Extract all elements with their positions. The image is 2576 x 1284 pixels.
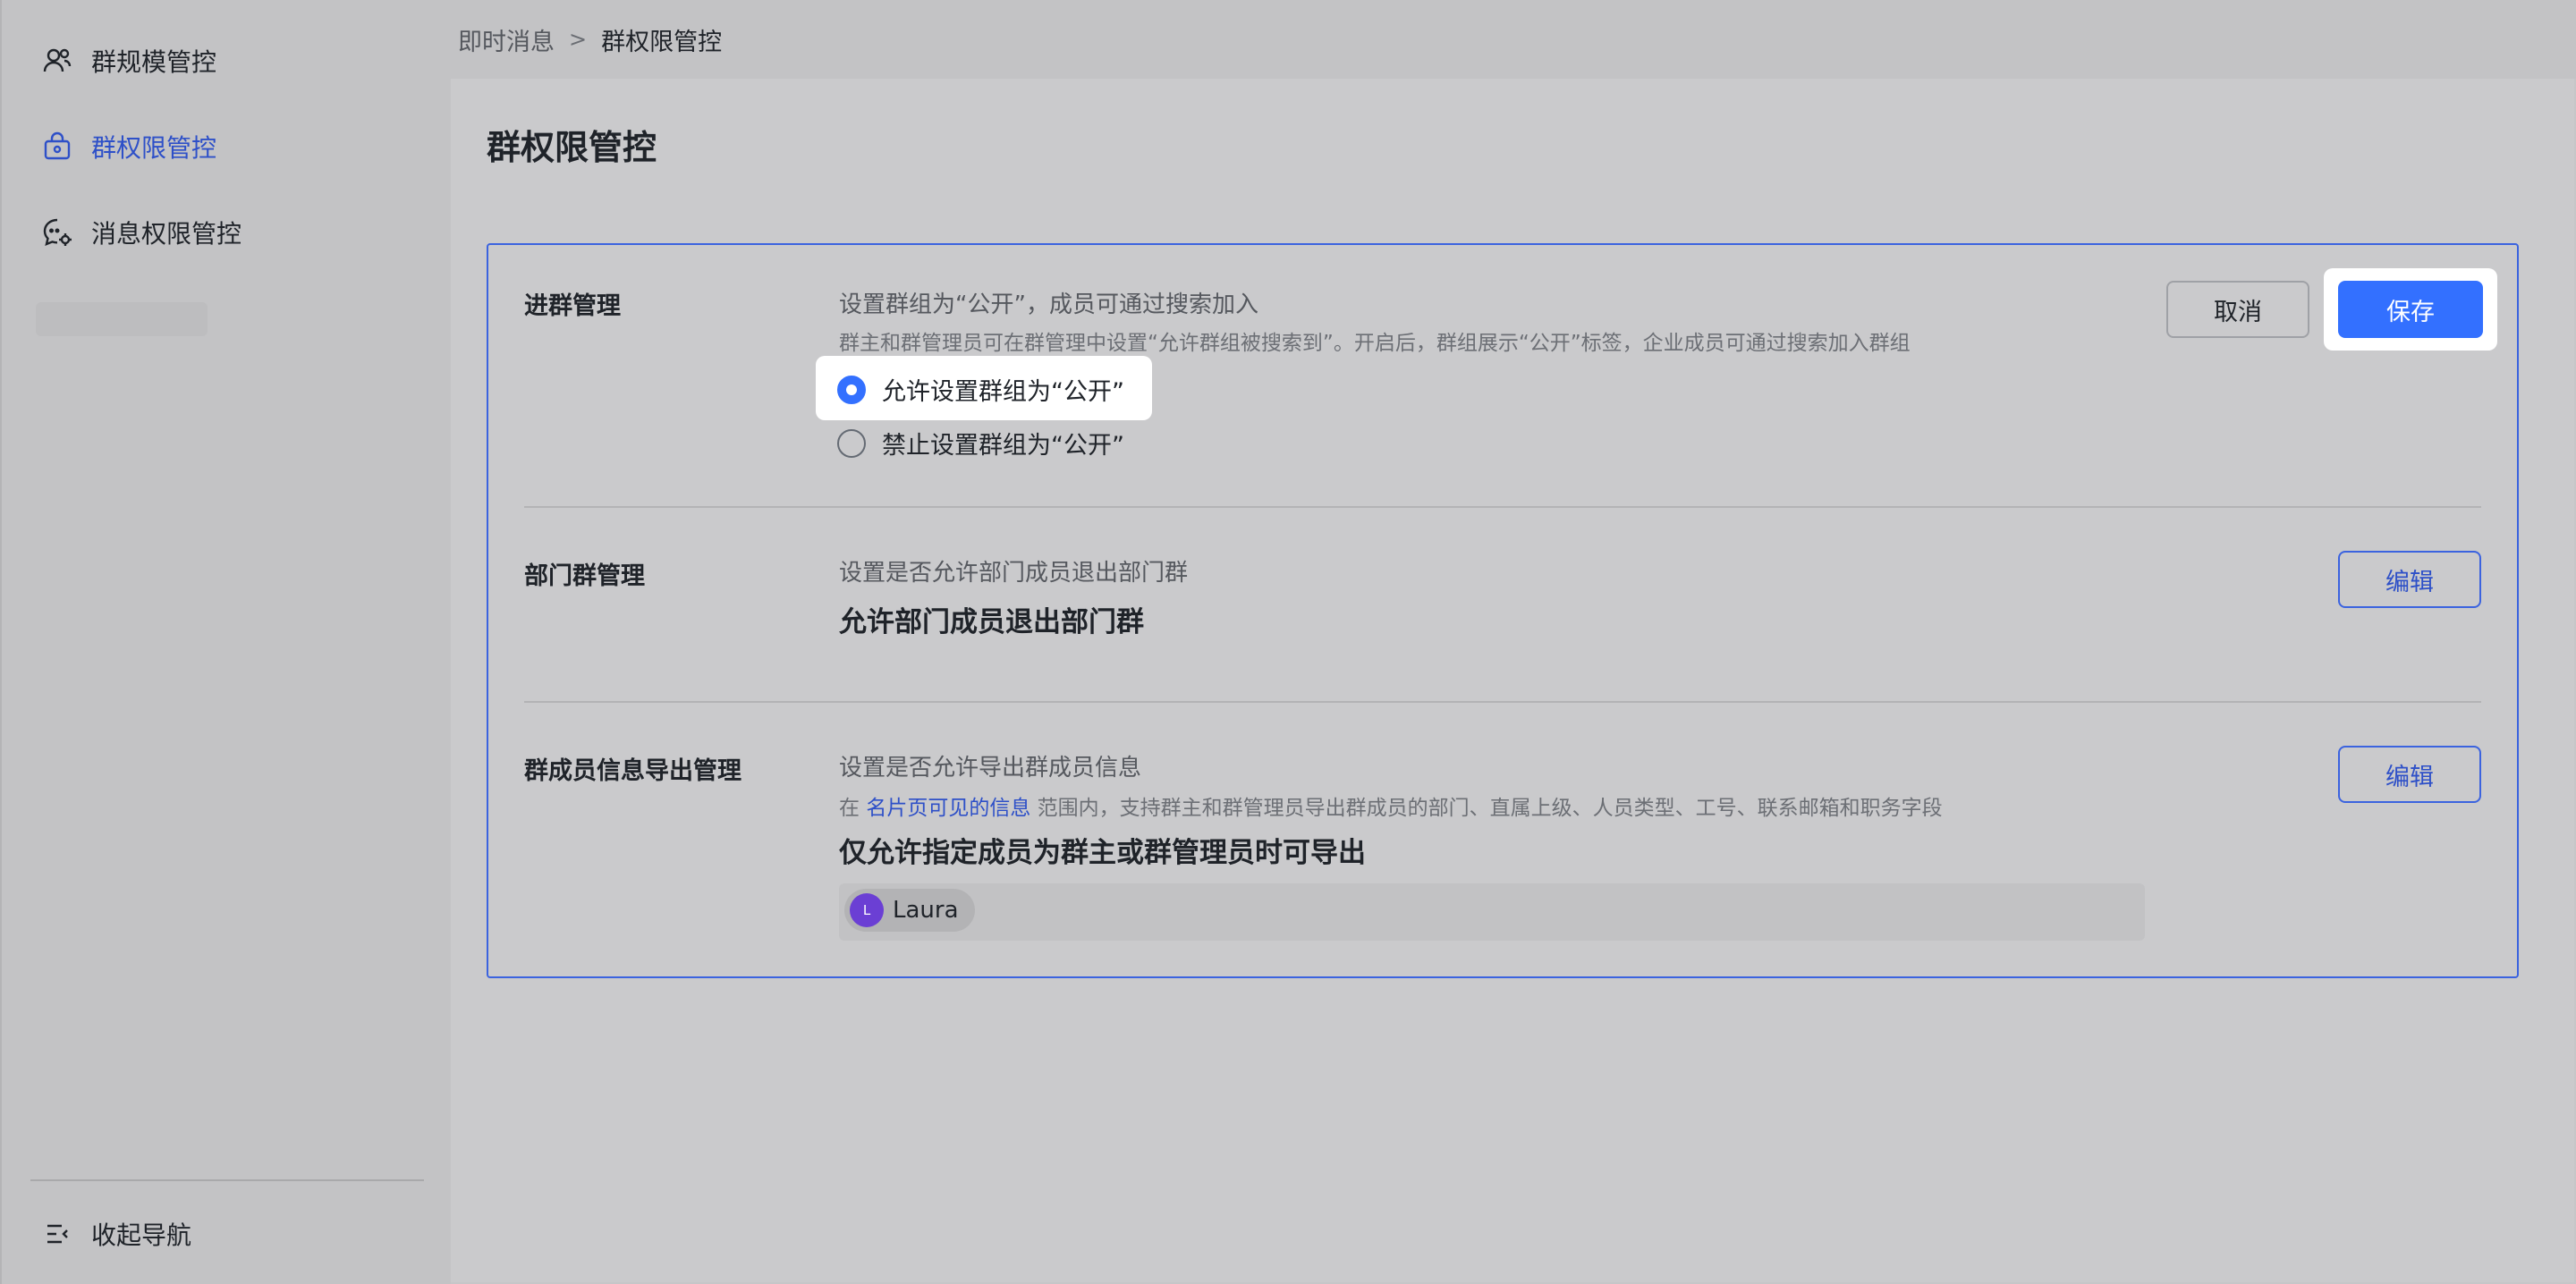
- sidebar-item-message-permission[interactable]: 消息权限管控: [41, 206, 242, 259]
- save-button[interactable]: 保存: [2338, 281, 2483, 338]
- department-section-label: 部门群管理: [524, 562, 645, 590]
- collapse-nav-button[interactable]: 收起导航: [41, 1207, 191, 1261]
- radio-checked-icon: [837, 375, 866, 404]
- radio-label: 禁止设置群组为“公开”: [882, 432, 1124, 460]
- radio-unchecked-icon: [837, 428, 866, 458]
- export-section-subdescription: 在 名片页可见的信息 范围内，支持群主和群管理员导出群成员的部门、直属上级、人员…: [839, 790, 1943, 821]
- department-section-value: 允许部门成员退出部门群: [839, 606, 1144, 638]
- users-icon: [41, 45, 73, 77]
- chevron-right-icon: >: [569, 27, 588, 52]
- sidebar-item-label: 消息权限管控: [91, 219, 242, 249]
- export-section-description: 设置是否允许导出群成员信息: [839, 755, 1142, 781]
- message-settings-icon: [41, 216, 73, 249]
- department-edit-button[interactable]: 编辑: [2338, 551, 2481, 608]
- sidebar-item-label: 群规模管控: [91, 47, 217, 77]
- lock-bag-icon: [41, 131, 73, 163]
- breadcrumb-parent-link[interactable]: 即时消息: [458, 22, 555, 57]
- radio-label: 允许设置群组为“公开”: [882, 378, 1124, 406]
- radio-forbid-public[interactable]: 禁止设置群组为“公开”: [837, 426, 1124, 460]
- export-section-value: 仅允许指定成员为群主或群管理员时可导出: [839, 837, 1366, 869]
- subdesc-prefix: 在: [839, 797, 860, 820]
- radio-allow-public[interactable]: 允许设置群组为“公开”: [837, 372, 1124, 407]
- topbar: [451, 0, 2576, 79]
- sidebar-item-group-scale[interactable]: 群规模管控: [41, 34, 216, 88]
- join-section-label: 进群管理: [524, 292, 621, 320]
- collapse-icon: [41, 1218, 73, 1250]
- section-divider: [524, 701, 2481, 703]
- sidebar-item-label: 群权限管控: [91, 133, 217, 163]
- member-chip: L Laura: [844, 889, 975, 932]
- avatar: L: [850, 893, 884, 927]
- breadcrumb: 即时消息 > 群权限管控: [458, 20, 722, 59]
- section-divider: [524, 506, 2481, 508]
- sidebar-divider: [30, 1179, 424, 1181]
- join-section-description: 设置群组为“公开”，成员可通过搜索加入: [839, 291, 1258, 318]
- page-title: 群权限管控: [487, 128, 657, 167]
- collapse-nav-label: 收起导航: [91, 1221, 192, 1250]
- card-visible-info-link[interactable]: 名片页可见的信息: [866, 797, 1030, 820]
- member-list-box: [839, 883, 2145, 941]
- sidebar: 群规模管控 群权限管控 消息权限管控 收起导航: [0, 0, 451, 1284]
- member-name: Laura: [893, 897, 959, 924]
- cancel-button[interactable]: 取消: [2166, 281, 2309, 338]
- export-edit-button[interactable]: 编辑: [2338, 746, 2481, 803]
- sidebar-item-group-permission[interactable]: 群权限管控: [41, 120, 216, 173]
- department-section-description: 设置是否允许部门成员退出部门群: [839, 560, 1189, 587]
- join-section-subdescription: 群主和群管理员可在群管理中设置“允许群组被搜索到”。开启后，群组展示“公开”标签…: [839, 332, 1911, 355]
- export-section-label: 群成员信息导出管理: [524, 757, 741, 785]
- subdesc-suffix: 范围内，支持群主和群管理员导出群成员的部门、直属上级、人员类型、工号、联系邮箱和…: [1037, 797, 1943, 820]
- nav-placeholder: [36, 302, 208, 336]
- breadcrumb-current: 群权限管控: [601, 28, 723, 56]
